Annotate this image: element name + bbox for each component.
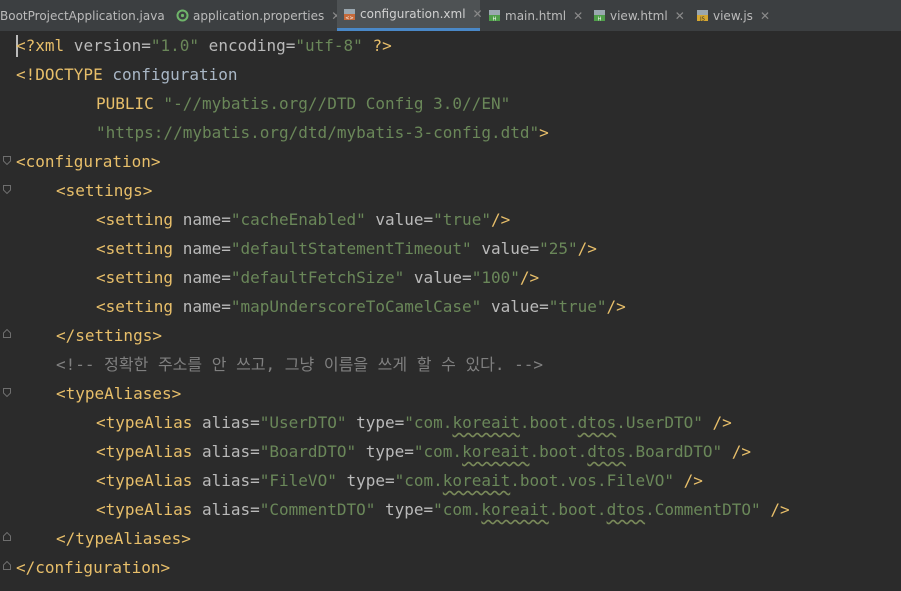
code-line-13: <typeAliases> <box>56 384 182 403</box>
svg-text:JS: JS <box>699 16 705 22</box>
close-icon[interactable]: ✕ <box>473 7 483 21</box>
code-line-12: <!-- 정확한 주소를 안 쓰고, 그냥 이름을 쓰게 할 수 있다. --> <box>56 355 544 374</box>
tab-view-html[interactable]: H view.html ✕ <box>593 0 689 31</box>
tab-application-properties[interactable]: application.properties ✕ <box>176 0 341 31</box>
code-line-18: </typeAliases> <box>56 529 191 548</box>
fold-close-icon[interactable] <box>3 561 11 570</box>
html-file-icon: H <box>488 9 501 22</box>
tab-label: view.js <box>713 8 753 23</box>
tab-label: view.html <box>610 8 668 23</box>
svg-text:H: H <box>598 16 602 22</box>
fold-open-icon[interactable] <box>3 388 11 397</box>
tab-label: main.html <box>505 8 567 23</box>
fold-open-icon[interactable] <box>3 156 11 165</box>
fold-gutter <box>0 31 16 591</box>
tab-main-html[interactable]: H main.html ✕ <box>488 0 584 31</box>
code-line-5: <configuration> <box>16 152 161 171</box>
tab-label: BootProjectApplication.java <box>0 8 165 23</box>
tab-label: application.properties <box>193 8 325 23</box>
close-icon[interactable]: ✕ <box>760 9 770 23</box>
code-editor[interactable]: <?xml version="1.0" encoding="utf-8" ?> … <box>0 31 901 591</box>
tab-view-js[interactable]: JS view.js ✕ <box>696 0 776 31</box>
code-line-11: </settings> <box>56 326 162 345</box>
js-file-icon: JS <box>696 9 709 22</box>
code-line-1: <?xml version="1.0" encoding="utf-8" ?> <box>16 36 392 55</box>
code-line-3: PUBLIC "-//mybatis.org//DTD Config 3.0//… <box>96 94 511 113</box>
xml-file-icon: <> <box>343 8 356 21</box>
code-line-14: <typeAlias alias="UserDTO" type="com.kor… <box>96 413 732 432</box>
code-line-4: "https://mybatis.org/dtd/mybatis-3-confi… <box>96 123 549 142</box>
tab-bootprojectapplication-java[interactable]: BootProjectApplication.java <box>0 0 170 31</box>
fold-open-icon[interactable] <box>3 185 11 194</box>
close-icon[interactable]: ✕ <box>573 9 583 23</box>
fold-close-icon[interactable] <box>3 532 11 541</box>
code-line-8: <setting name="defaultStatementTimeout" … <box>96 239 597 258</box>
code-line-19: </configuration> <box>16 558 171 577</box>
code-line-2: <!DOCTYPE configuration <box>16 65 238 84</box>
close-icon[interactable]: ✕ <box>675 9 685 23</box>
tab-configuration-xml[interactable]: <> configuration.xml ✕ <box>337 0 483 31</box>
svg-text:<>: <> <box>345 15 353 21</box>
code-line-9: <setting name="defaultFetchSize" value="… <box>96 268 540 287</box>
svg-text:H: H <box>493 16 497 22</box>
html-file-icon: H <box>593 9 606 22</box>
editor-tab-bar: BootProjectApplication.java application.… <box>0 0 901 32</box>
fold-close-icon[interactable] <box>3 329 11 338</box>
code-line-10: <setting name="mapUnderscoreToCamelCase"… <box>96 297 626 316</box>
code-line-15: <typeAlias alias="BoardDTO" type="com.ko… <box>96 442 752 461</box>
code-line-6: <settings> <box>56 181 153 200</box>
spring-properties-icon <box>176 9 189 22</box>
code-line-16: <typeAlias alias="FileVO" type="com.kore… <box>96 471 703 490</box>
code-line-17: <typeAlias alias="CommentDTO" type="com.… <box>96 500 790 519</box>
tab-label: configuration.xml <box>360 7 466 21</box>
code-line-7: <setting name="cacheEnabled" value="true… <box>96 210 511 229</box>
